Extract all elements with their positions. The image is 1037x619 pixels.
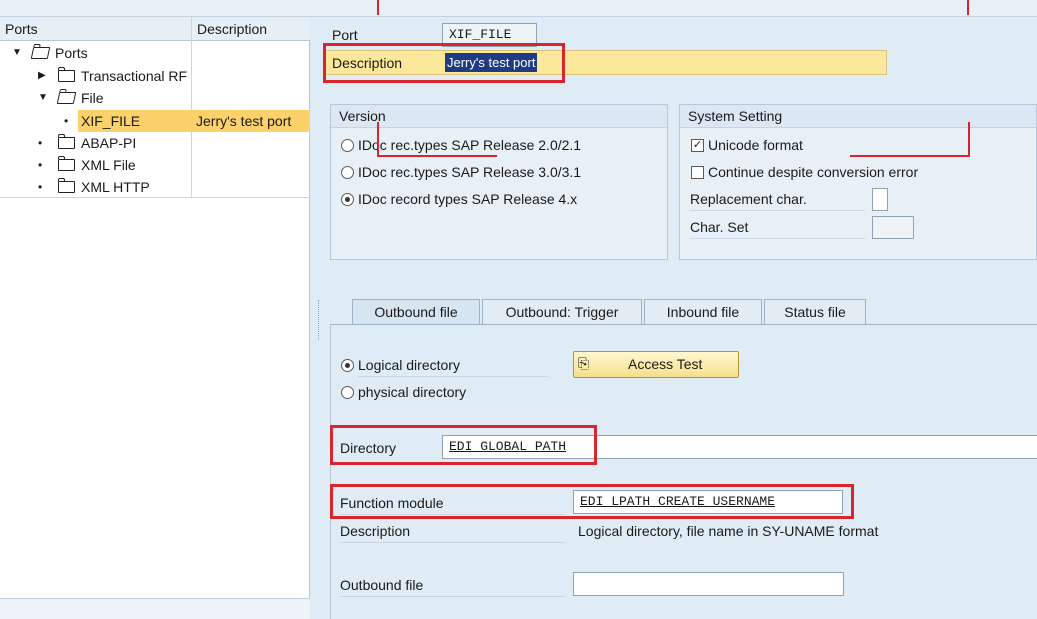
annotation-line [967,0,969,15]
tree-node-xml-file[interactable]: • XML File [0,154,310,176]
tree-node-label: XML HTTP [81,179,150,195]
fm-description-value: Logical directory, file name in SY-UNAME… [578,523,879,539]
logical-directory-label: Logical directory [358,356,548,377]
caret-right-icon[interactable]: ▶ [38,65,46,87]
tree-node-ports[interactable]: ▼ Ports [0,42,310,64]
access-test-icon: ⎘ [578,355,590,371]
top-strip [0,0,1037,17]
ports-tree: Ports Description ▼ Ports ▶ Transactiona… [0,17,310,619]
tree-node-label: Transactional RF [81,68,188,84]
folder-icon [58,134,75,149]
tree-scrollbar[interactable] [0,598,310,619]
logical-directory-radio[interactable] [341,359,354,372]
column-header-description[interactable]: Description [191,17,310,41]
version-group: Version [330,104,668,260]
caret-down-icon[interactable]: ▼ [38,87,48,109]
replacement-char-input[interactable] [872,188,888,211]
open-folder-icon [56,92,77,104]
open-folder-icon [30,47,51,59]
version-option-label: IDoc record types SAP Release 4.x [358,191,578,207]
access-test-label: Access Test [628,356,703,372]
tree-node-label: XML File [81,157,136,173]
outbound-file-label: Outbound file [340,574,565,597]
replacement-char-label: Replacement char. [690,190,865,211]
bullet-icon: • [64,114,69,128]
tree-node-xif-file[interactable]: • XIF_FILE Jerry's test port [0,110,310,132]
red-highlight-description [323,43,565,83]
continue-checkbox[interactable] [691,166,704,179]
folder-icon [58,156,75,171]
outbound-file-input[interactable] [573,572,844,596]
splitter-handle[interactable] [318,300,321,340]
annotation-line [850,155,970,157]
charset-label: Char. Set [690,218,865,239]
bullet-icon: • [38,180,43,194]
version-radio-4x[interactable] [341,193,354,206]
charset-input[interactable] [872,216,914,239]
bullet-icon: • [38,136,43,150]
version-title: Version [331,105,667,128]
folder-icon [58,178,75,193]
physical-directory-radio[interactable] [341,386,354,399]
red-highlight-directory [330,425,597,465]
folder-icon [58,67,75,82]
tab-inbound-file[interactable]: Inbound file [644,299,762,324]
continue-label: Continue despite conversion error [708,164,919,180]
version-radio-3x[interactable] [341,166,354,179]
annotation-line [377,155,497,157]
tree-node-label: Ports [55,45,88,61]
tree-node-label: File [81,90,104,106]
tab-outbound-trigger[interactable]: Outbound: Trigger [482,299,642,324]
tree-node-description: Jerry's test port [196,113,292,129]
version-option-label: IDoc rec.types SAP Release 2.0/2.1 [358,137,582,153]
tree-separator [0,197,310,198]
caret-down-icon[interactable]: ▼ [12,42,22,64]
version-radio-2x[interactable] [341,139,354,152]
unicode-label: Unicode format [708,137,803,153]
tab-outbound-file[interactable]: Outbound file [352,299,480,325]
tree-node-xml-http[interactable]: • XML HTTP [0,176,310,198]
fm-description-label: Description [340,520,565,543]
access-test-button[interactable]: ⎘ Access Test [573,351,739,378]
tree-node-file[interactable]: ▼ File [0,87,310,109]
tree-node-label: XIF_FILE [81,113,141,129]
physical-directory-label: physical directory [358,384,467,400]
annotation-line [968,122,970,157]
tree-node-label: ABAP-PI [81,135,137,151]
red-highlight-function-module [330,484,854,519]
annotation-line [377,0,379,15]
tree-header: Ports Description [0,17,310,41]
tab-status-file[interactable]: Status file [764,299,866,324]
version-option-label: IDoc rec.types SAP Release 3.0/3.1 [358,164,582,180]
bullet-icon: • [38,158,43,172]
tree-node-transactional-rfc[interactable]: ▶ Transactional RF [0,65,310,87]
unicode-checkbox[interactable]: ✓ [691,139,704,152]
annotation-line [377,122,379,156]
tree-node-abap-pi[interactable]: • ABAP-PI [0,132,310,154]
system-setting-title: System Setting [680,105,1036,128]
column-header-ports[interactable]: Ports [0,17,38,41]
